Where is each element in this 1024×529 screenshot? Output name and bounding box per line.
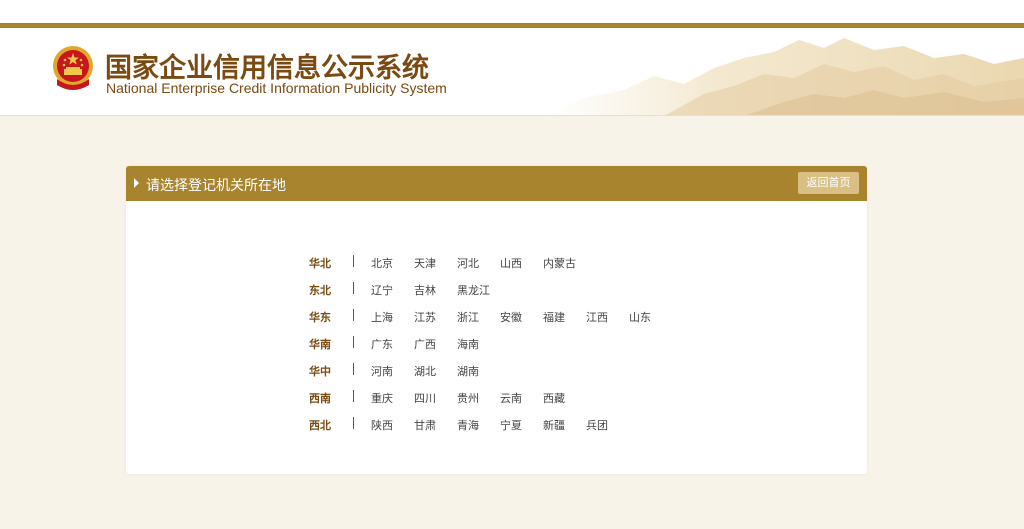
province-link[interactable]: 重庆 <box>371 390 393 406</box>
province-link[interactable]: 贵州 <box>457 390 479 406</box>
region-name: 华北 <box>309 257 331 270</box>
panel-title: 请选择登记机关所在地 <box>146 178 286 194</box>
separator <box>353 363 354 375</box>
region-name: 华东 <box>309 311 331 324</box>
separator <box>353 390 354 402</box>
separator <box>353 309 354 321</box>
province-link[interactable]: 广西 <box>414 336 436 352</box>
province-link[interactable]: 湖南 <box>457 363 479 379</box>
region-name: 华南 <box>309 338 331 351</box>
province-link[interactable]: 甘肃 <box>414 417 436 433</box>
province-link[interactable]: 海南 <box>457 336 479 352</box>
panel-header: 请选择登记机关所在地 返回首页 <box>126 166 867 201</box>
province-link[interactable]: 河北 <box>457 255 479 271</box>
mountain-landscape-icon <box>546 38 1024 115</box>
province-link[interactable]: 湖北 <box>414 363 436 379</box>
province-link[interactable]: 新疆 <box>543 417 565 433</box>
province-link[interactable]: 江西 <box>586 309 608 325</box>
province-link[interactable]: 黑龙江 <box>457 282 490 298</box>
region-list: 华北 北京 天津 河北 山西 内蒙古东北 辽宁 吉林 黑龙江华东 上海 江苏 浙江 安徽 福建 江西 山东华南… <box>309 250 709 439</box>
site-header: 国家企业信用信息公示系统 National Enterprise Credit … <box>0 28 1024 116</box>
province-link[interactable]: 西藏 <box>543 390 565 406</box>
region-row: 华中 河南 湖北 湖南 <box>309 358 709 385</box>
separator <box>353 282 354 294</box>
caret-right-icon <box>134 178 139 188</box>
province-link[interactable]: 安徽 <box>500 309 522 325</box>
province-link[interactable]: 宁夏 <box>500 417 522 433</box>
province-link[interactable]: 青海 <box>457 417 479 433</box>
province-link[interactable]: 山西 <box>500 255 522 271</box>
province-link[interactable]: 福建 <box>543 309 565 325</box>
province-link[interactable]: 江苏 <box>414 309 436 325</box>
top-bar <box>0 0 1024 23</box>
region-name: 西北 <box>309 419 331 432</box>
province-link[interactable]: 浙江 <box>457 309 479 325</box>
region-select-panel: 请选择登记机关所在地 返回首页 华北 北京 天津 河北 山西 内蒙古东北 辽宁 吉林 黑龙江华东… <box>126 166 867 474</box>
province-link[interactable]: 天津 <box>414 255 436 271</box>
region-row: 华北 北京 天津 河北 山西 内蒙古 <box>309 250 709 277</box>
separator <box>353 417 354 429</box>
province-link[interactable]: 河南 <box>371 363 393 379</box>
region-row: 华东 上海 江苏 浙江 安徽 福建 江西 山东 <box>309 304 709 331</box>
region-name: 西南 <box>309 392 331 405</box>
separator <box>353 336 354 348</box>
province-link[interactable]: 广东 <box>371 336 393 352</box>
separator <box>353 255 354 267</box>
province-link[interactable]: 吉林 <box>414 282 436 298</box>
province-link[interactable]: 四川 <box>414 390 436 406</box>
site-title-en: National Enterprise Credit Information P… <box>106 80 447 96</box>
region-name: 华中 <box>309 365 331 378</box>
region-row: 西北 陕西 甘肃 青海 宁夏 新疆 兵团 <box>309 412 709 439</box>
region-name: 东北 <box>309 284 331 297</box>
province-link[interactable]: 陕西 <box>371 417 393 433</box>
region-row: 西南 重庆 四川 贵州 云南 西藏 <box>309 385 709 412</box>
province-link[interactable]: 兵团 <box>586 417 608 433</box>
province-link[interactable]: 北京 <box>371 255 393 271</box>
province-link[interactable]: 内蒙古 <box>543 255 576 271</box>
province-link[interactable]: 山东 <box>629 309 651 325</box>
province-link[interactable]: 云南 <box>500 390 522 406</box>
province-link[interactable]: 辽宁 <box>371 282 393 298</box>
national-emblem-icon <box>53 46 93 90</box>
return-home-button[interactable]: 返回首页 <box>798 172 859 194</box>
region-row: 华南 广东 广西 海南 <box>309 331 709 358</box>
province-link[interactable]: 上海 <box>371 309 393 325</box>
region-row: 东北 辽宁 吉林 黑龙江 <box>309 277 709 304</box>
